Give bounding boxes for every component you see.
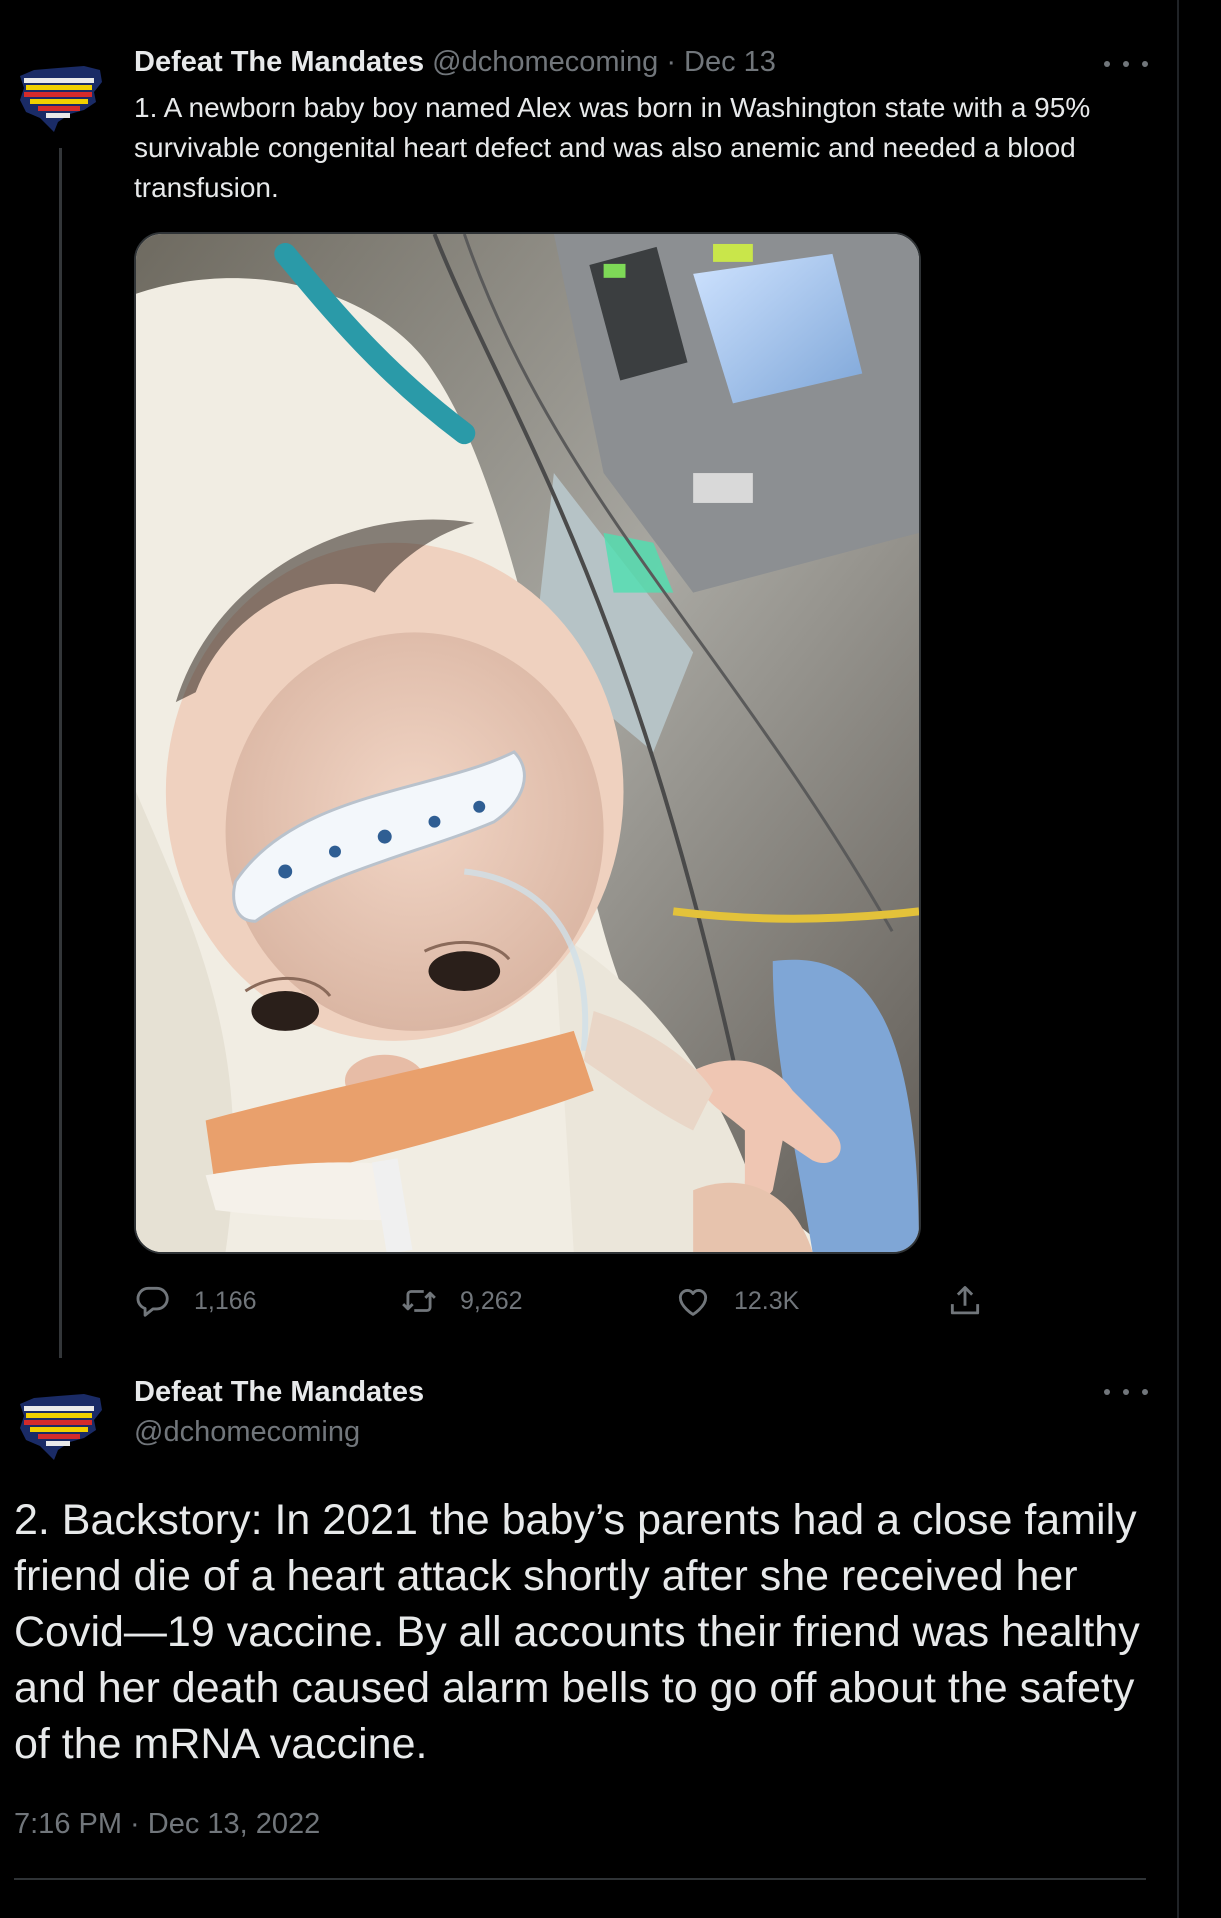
header-separator: · bbox=[666, 46, 676, 78]
retweet-button[interactable]: 9,262 bbox=[400, 1278, 523, 1324]
tweet-text: 1. A newborn baby boy named Alex was bor… bbox=[134, 92, 1091, 203]
tweet-date[interactable]: Dec 13 bbox=[684, 46, 776, 78]
divider bbox=[14, 1878, 1146, 1880]
tweet-header: Defeat The Mandates @dchomecoming · Dec … bbox=[134, 44, 776, 80]
reply-button[interactable]: 1,166 bbox=[134, 1278, 257, 1324]
more-icon[interactable] bbox=[1104, 52, 1148, 76]
reply-count: 1,166 bbox=[194, 1286, 257, 1315]
avatar[interactable] bbox=[14, 1376, 108, 1470]
display-name[interactable]: Defeat The Mandates bbox=[134, 1374, 424, 1410]
user-handle[interactable]: @dchomecoming bbox=[134, 1414, 360, 1450]
heart-icon bbox=[678, 1288, 708, 1316]
reply-icon bbox=[136, 1286, 169, 1317]
avatar-logo-icon bbox=[14, 1376, 108, 1470]
column-border bbox=[1177, 0, 1179, 1918]
display-name[interactable]: Defeat The Mandates bbox=[134, 46, 424, 78]
like-button[interactable]: 12.3K bbox=[674, 1278, 799, 1324]
avatar-logo-icon bbox=[14, 48, 108, 142]
more-icon[interactable] bbox=[1104, 1380, 1148, 1404]
share-icon bbox=[950, 1286, 980, 1315]
baby-photo bbox=[136, 234, 919, 1252]
tweet-media[interactable] bbox=[134, 232, 921, 1254]
retweet-icon bbox=[402, 1290, 436, 1312]
thread-connector-line bbox=[59, 148, 62, 1358]
like-count: 12.3K bbox=[734, 1286, 800, 1315]
retweet-count: 9,262 bbox=[460, 1286, 523, 1315]
share-button[interactable] bbox=[946, 1278, 984, 1324]
tweet-text: 2. Backstory: In 2021 the baby’s parents… bbox=[14, 1496, 1140, 1768]
tweet-timestamp[interactable]: 7:16 PM · Dec 13, 2022 bbox=[14, 1806, 320, 1842]
user-handle[interactable]: @dchomecoming bbox=[432, 46, 658, 78]
avatar[interactable] bbox=[14, 48, 108, 142]
